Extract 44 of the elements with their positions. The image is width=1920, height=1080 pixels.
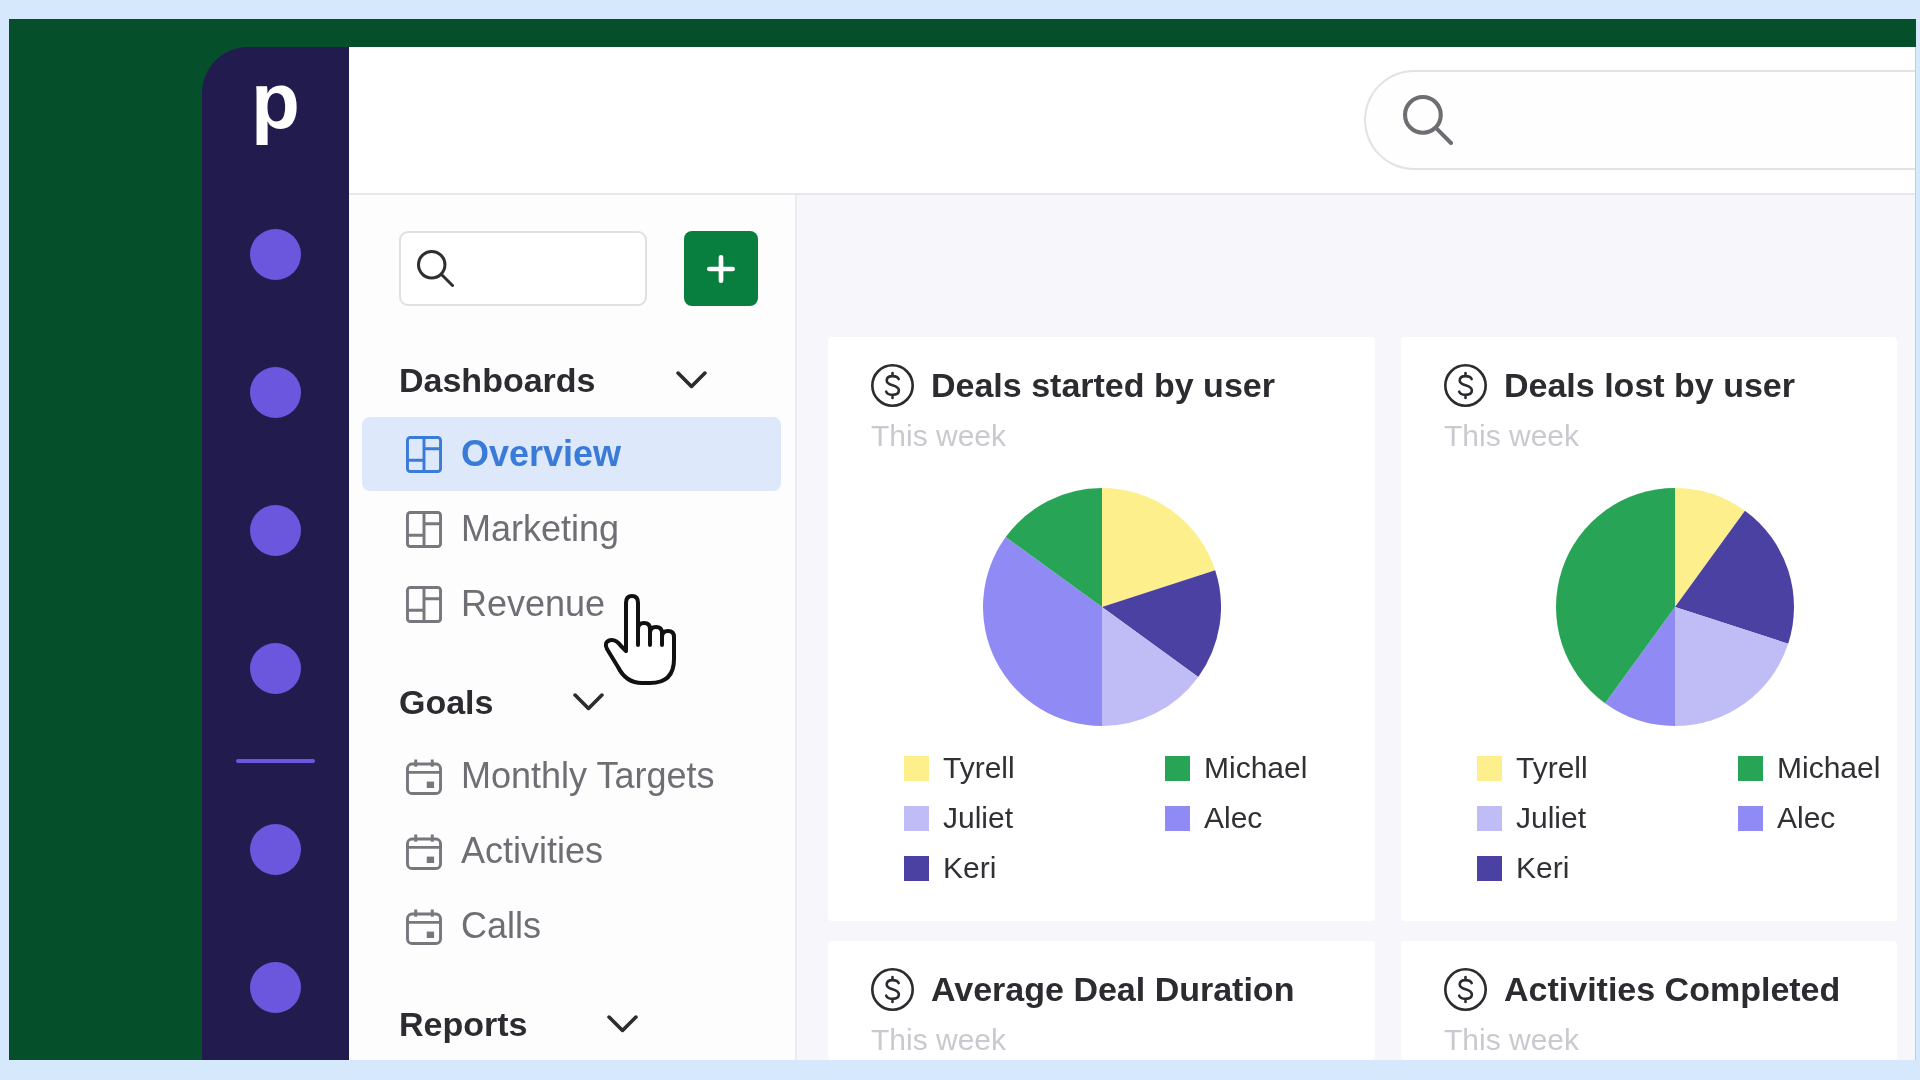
dashboard-icon	[406, 510, 442, 548]
circle-icon[interactable]	[250, 505, 301, 556]
circle-icon[interactable]	[250, 962, 301, 1013]
card-title: Activities Completed	[1504, 970, 1841, 1009]
card-title: Deals started by user	[931, 366, 1275, 405]
circle-icon[interactable]	[250, 643, 301, 694]
nav-item[interactable]: Calls	[362, 889, 781, 963]
card-title: Deals lost by user	[1504, 366, 1795, 405]
circle-icon[interactable]	[250, 367, 301, 418]
add-button[interactable]	[684, 231, 758, 306]
section-header[interactable]: Reports	[399, 999, 639, 1049]
nav-item[interactable]: Overview	[362, 417, 781, 491]
dashboard-icon	[406, 585, 442, 623]
plus-icon	[707, 254, 735, 283]
dollar-circle-icon	[871, 968, 914, 1011]
dollar-circle-icon	[871, 364, 914, 407]
search-icon	[1403, 95, 1453, 145]
card-title: Average Deal Duration	[931, 970, 1295, 1009]
legend-label: Keri	[943, 851, 997, 885]
dollar-circle-icon	[1444, 364, 1487, 407]
legend-label: Alec	[1204, 801, 1263, 835]
section-header[interactable]: Goals	[399, 677, 605, 727]
legend-label: Michael	[1204, 751, 1308, 785]
section-header[interactable]: Dashboards	[399, 355, 707, 405]
dashboard-icon	[406, 435, 442, 473]
search-field[interactable]	[399, 231, 647, 306]
nav-item[interactable]: Activities	[362, 814, 781, 888]
nav-item[interactable]: Marketing	[362, 492, 781, 566]
search-icon	[417, 250, 454, 287]
legend-label: Juliet	[1516, 801, 1587, 835]
circle-icon[interactable]	[250, 824, 301, 875]
legend-label: Tyrell	[1516, 751, 1588, 785]
nav-item[interactable]: Revenue	[362, 567, 781, 641]
legend-label: Alec	[1777, 801, 1836, 835]
legend-label: Tyrell	[943, 751, 1015, 785]
calendar-icon	[406, 757, 442, 795]
circle-icon[interactable]	[250, 229, 301, 280]
legend-label: Juliet	[943, 801, 1014, 835]
legend-label: Keri	[1516, 851, 1570, 885]
dollar-circle-icon	[1444, 968, 1487, 1011]
nav-item[interactable]: Monthly Targets	[362, 739, 781, 813]
legend-label: Michael	[1777, 751, 1881, 785]
calendar-icon	[406, 832, 442, 870]
calendar-icon	[406, 907, 442, 945]
